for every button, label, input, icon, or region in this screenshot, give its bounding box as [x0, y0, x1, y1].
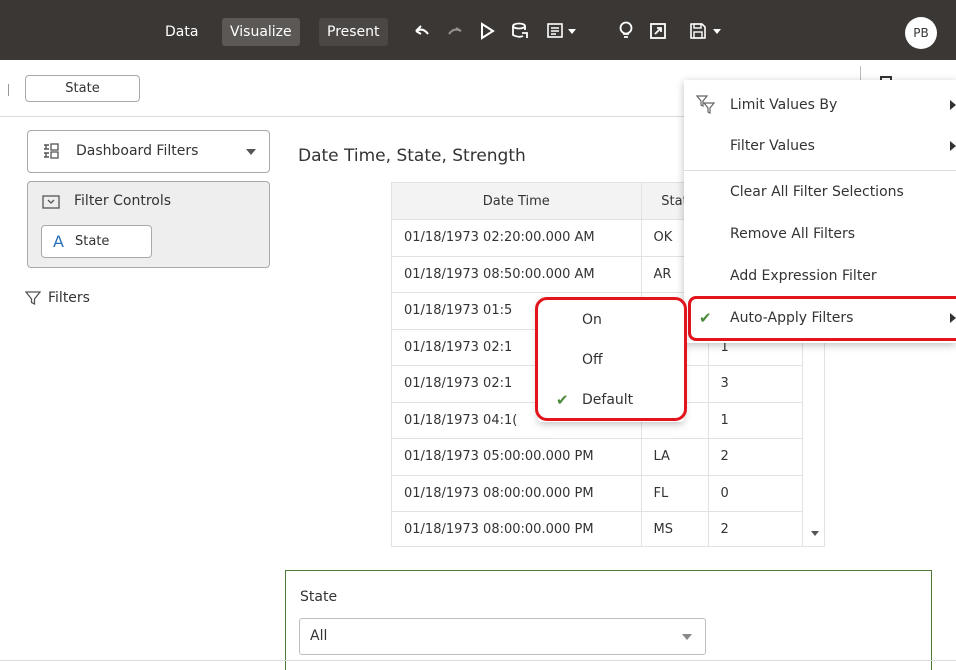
cell-state: LA: [641, 438, 709, 476]
tab-visualize[interactable]: Visualize: [222, 18, 300, 46]
play-icon[interactable]: [474, 16, 500, 46]
cell-date-time: 01/18/1973 05:00:00.000 PM: [392, 438, 642, 476]
cell-strength: 3: [708, 365, 803, 403]
table-row[interactable]: 01/18/1973 08:00:00.000 PM MS 2: [392, 511, 803, 546]
menu-label: Filter Values: [730, 138, 815, 154]
header-date-time[interactable]: Date Time: [392, 183, 642, 220]
viz-title: Date Time, State, Strength: [298, 146, 526, 166]
data-actions-icon[interactable]: [880, 68, 896, 80]
cell-strength: 2: [708, 438, 803, 476]
menu-item-filter-values[interactable]: Filter Values: [684, 126, 956, 166]
cell-date-time: 01/18/1973 08:50:00.000 AM: [392, 256, 642, 293]
dashboard-filters-icon: [43, 143, 59, 163]
menu-item-limit-values[interactable]: Limit Values By: [684, 85, 956, 125]
menu-item-add-expression[interactable]: Add Expression Filter: [684, 256, 956, 296]
limit-values-icon: [695, 85, 716, 131]
undo-icon[interactable]: [409, 16, 435, 46]
menu-label: Add Expression Filter: [730, 268, 877, 284]
menu-label: Limit Values By: [730, 97, 838, 113]
bottom-edge: [0, 660, 956, 661]
dashboard-filters-label: Dashboard Filters: [76, 143, 199, 159]
filter-controls-label: Filter Controls: [74, 193, 172, 209]
cell-state: FL: [641, 475, 709, 512]
submenu-arrow-icon: [950, 100, 956, 110]
redo-icon[interactable]: [442, 16, 468, 46]
dashboard-filters-dropdown[interactable]: Dashboard Filters: [27, 130, 270, 173]
left-edge-marker: [8, 84, 9, 96]
funnel-icon: [24, 290, 42, 310]
state-select-value: All: [310, 628, 328, 644]
state-select[interactable]: All: [299, 618, 706, 655]
cell-state: MS: [641, 511, 709, 546]
filter-bar-separator: [0, 116, 684, 117]
narrative-dropdown-icon[interactable]: [543, 16, 583, 46]
state-filter-panel: State All: [285, 570, 932, 670]
filter-control-icon: [42, 194, 60, 213]
tab-present[interactable]: Present: [319, 18, 388, 46]
auto-apply-highlight: [688, 296, 956, 341]
menu-label: Remove All Filters: [730, 226, 856, 242]
table-row[interactable]: 01/18/1973 08:00:00.000 PM FL 0: [392, 475, 803, 512]
state-control-pill[interactable]: A State: [41, 225, 152, 258]
filters-label[interactable]: Filters: [48, 290, 90, 306]
menu-item-remove-all[interactable]: Remove All Filters: [684, 214, 956, 254]
state-control-label: State: [75, 234, 110, 249]
export-icon[interactable]: [645, 16, 671, 46]
menu-item-clear-all[interactable]: Clear All Filter Selections: [684, 172, 956, 212]
cell-strength: 2: [708, 511, 803, 546]
cell-date-time: 01/18/1973 08:00:00.000 PM: [392, 475, 642, 512]
cell-date-time: 01/18/1973 08:00:00.000 PM: [392, 511, 642, 546]
table-row[interactable]: 01/18/1973 05:00:00.000 PM LA 2: [392, 438, 803, 476]
submenu-arrow-icon: [950, 141, 956, 151]
data-refresh-icon[interactable]: [507, 16, 533, 46]
lightbulb-icon[interactable]: [613, 16, 639, 46]
chevron-down-icon: [246, 149, 256, 155]
tab-data[interactable]: Data: [157, 18, 206, 46]
filter-controls-panel: Filter Controls A State: [27, 181, 270, 268]
cell-strength: 1: [708, 402, 803, 439]
cell-strength: 0: [708, 475, 803, 512]
save-dropdown-icon[interactable]: [686, 16, 728, 46]
chevron-down-icon: [682, 634, 692, 640]
scroll-down-icon[interactable]: [811, 531, 819, 536]
menu-label: Clear All Filter Selections: [730, 184, 904, 200]
submenu-highlight: [535, 297, 687, 421]
state-filter-label: State: [300, 589, 338, 605]
state-filter-pill[interactable]: State: [25, 75, 140, 102]
menu-divider: [684, 170, 956, 171]
cell-date-time: 01/18/1973 02:20:00.000 AM: [392, 219, 642, 257]
user-avatar[interactable]: PB: [905, 17, 937, 49]
text-attribute-icon: A: [53, 232, 64, 251]
